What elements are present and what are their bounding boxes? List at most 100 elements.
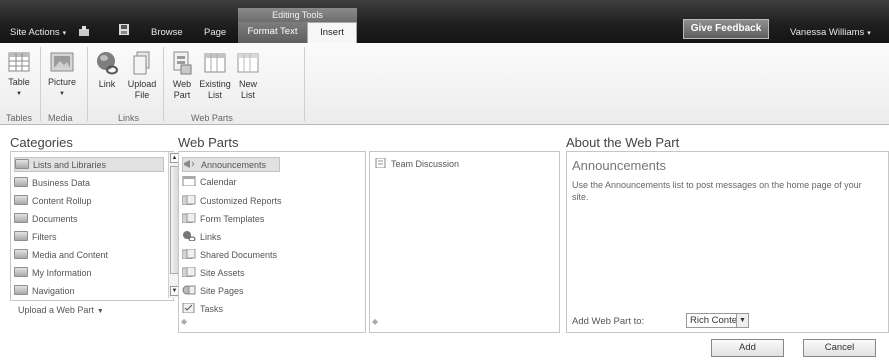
web-parts-list[interactable]: Announcements Calendar Customized Report… xyxy=(178,151,366,333)
table-label: Table xyxy=(8,77,30,87)
web-part-item[interactable]: Announcements xyxy=(182,157,280,172)
announcements-icon xyxy=(184,160,194,168)
web-part-icon xyxy=(173,51,192,75)
group-label-links: Links xyxy=(118,113,140,123)
group-separator xyxy=(304,47,305,121)
site-actions-menu[interactable]: Site Actions ▾ xyxy=(10,27,66,38)
links-icon xyxy=(183,231,196,241)
site-actions-label: Site Actions xyxy=(10,27,60,38)
user-menu[interactable]: Vanessa Williams ▾ xyxy=(790,27,871,38)
document-library-icon xyxy=(182,267,196,277)
folder-icon xyxy=(14,249,28,259)
cancel-button[interactable]: Cancel xyxy=(803,339,876,357)
add-web-part-to-label: Add Web Part to: xyxy=(572,316,645,327)
document-library-icon xyxy=(182,213,196,223)
edit-page-icon[interactable] xyxy=(118,23,130,36)
web-part-item[interactable]: Calendar xyxy=(182,175,237,190)
tasks-icon xyxy=(182,303,195,313)
table-button[interactable]: Table ▼ xyxy=(5,51,33,100)
upload-label-line2: File xyxy=(134,90,150,100)
tab-browse[interactable]: Browse xyxy=(151,27,183,38)
editing-tools-group-label: Editing Tools xyxy=(238,8,357,22)
chevron-down-icon: ▼ xyxy=(59,91,65,97)
group-separator xyxy=(163,47,164,121)
categories-title: Categories xyxy=(10,135,73,150)
picture-icon xyxy=(50,52,74,72)
folder-icon xyxy=(14,213,28,223)
new-list-icon xyxy=(237,53,259,73)
discussion-icon xyxy=(375,158,386,168)
group-label-web-parts: Web Parts xyxy=(191,113,233,123)
new-list-button[interactable]: New List xyxy=(234,51,262,101)
picture-button[interactable]: Picture ▼ xyxy=(44,51,80,100)
user-name: Vanessa Williams xyxy=(790,27,865,38)
folder-icon xyxy=(14,285,28,295)
chevron-down-icon[interactable]: ▼ xyxy=(736,314,748,327)
tab-page[interactable]: Page xyxy=(204,27,226,38)
web-part-item[interactable]: Customized Reports xyxy=(182,194,282,209)
document-library-icon xyxy=(182,249,196,259)
add-button[interactable]: Add xyxy=(711,339,784,357)
scroll-right-icon[interactable]: ◆ xyxy=(372,317,378,326)
give-feedback-button[interactable]: Give Feedback xyxy=(683,19,769,39)
navigate-up-icon[interactable] xyxy=(78,25,90,37)
top-bar: Site Actions ▾ Browse Page Editing Tools … xyxy=(0,0,889,43)
tab-format-text[interactable]: Format Text xyxy=(238,22,307,43)
folder-icon xyxy=(14,231,28,241)
web-part-item[interactable]: Form Templates xyxy=(182,212,264,227)
upload-label-line1: Upload xyxy=(127,79,157,89)
group-separator xyxy=(40,47,41,121)
categories-list[interactable]: Lists and Libraries Business Data Conten… xyxy=(10,151,180,301)
upload-file-icon xyxy=(133,51,150,75)
scroll-left-icon[interactable]: ◆ xyxy=(181,317,187,326)
web-part-button[interactable]: Web Part xyxy=(168,51,196,101)
existing-list-icon xyxy=(204,53,226,73)
folder-icon xyxy=(14,267,28,277)
add-web-part-to-select[interactable]: Rich Content ▼ xyxy=(686,313,749,328)
site-pages-icon xyxy=(182,285,196,295)
web-part-description: Use the Announcements list to post messa… xyxy=(572,180,862,202)
web-part-item[interactable]: Shared Documents xyxy=(182,248,277,263)
selected-web-part-name: Announcements xyxy=(572,158,666,173)
document-library-icon xyxy=(182,195,196,205)
web-parts-title: Web Parts xyxy=(178,135,239,150)
picture-label: Picture xyxy=(47,77,76,87)
link-icon xyxy=(97,52,118,75)
web-part-item[interactable]: Team Discussion xyxy=(373,157,459,172)
folder-icon xyxy=(14,195,28,205)
group-separator xyxy=(87,47,88,121)
upload-web-part-menu[interactable]: Upload a Web Part ▼ xyxy=(18,305,104,315)
upload-file-button[interactable]: Upload File xyxy=(126,51,158,101)
existing-list-button[interactable]: Existing List xyxy=(198,51,232,101)
ribbon: Table ▼ Tables Picture ▼ Media Link Uplo… xyxy=(0,43,889,125)
upload-web-part-label: Upload a Web Part xyxy=(18,305,94,315)
about-web-part-title: About the Web Part xyxy=(566,135,680,150)
category-item[interactable]: My Information xyxy=(14,266,92,281)
link-button[interactable]: Link xyxy=(93,51,121,90)
group-label-media: Media xyxy=(48,113,73,123)
calendar-icon xyxy=(182,176,196,186)
folder-icon xyxy=(15,159,29,169)
category-item[interactable]: Media and Content xyxy=(14,248,108,263)
category-item[interactable]: Business Data xyxy=(14,176,90,191)
chevron-down-icon: ▼ xyxy=(16,91,22,97)
web-part-item[interactable]: Site Pages xyxy=(182,284,244,299)
web-parts-list-column-2[interactable]: Team Discussion xyxy=(369,151,560,333)
web-part-item[interactable]: Site Assets xyxy=(182,266,245,281)
category-item[interactable]: Lists and Libraries xyxy=(14,157,164,172)
new-list-label-line1: New xyxy=(238,79,257,89)
web-part-item[interactable]: Links xyxy=(182,230,221,245)
folder-icon xyxy=(14,177,28,187)
group-label-tables: Tables xyxy=(6,113,33,123)
category-item[interactable]: Navigation xyxy=(14,284,75,299)
chevron-down-icon: ▾ xyxy=(867,30,871,37)
web-part-item[interactable]: Tasks xyxy=(182,302,223,317)
existing-list-label-line1: Existing xyxy=(199,79,231,89)
category-item[interactable]: Content Rollup xyxy=(14,194,92,209)
web-part-label-line1: Web xyxy=(172,79,192,89)
new-list-label-line2: List xyxy=(240,90,255,100)
category-item[interactable]: Filters xyxy=(14,230,57,245)
tab-insert[interactable]: Insert xyxy=(307,22,357,43)
category-item[interactable]: Documents xyxy=(14,212,78,227)
link-label: Link xyxy=(98,79,116,89)
